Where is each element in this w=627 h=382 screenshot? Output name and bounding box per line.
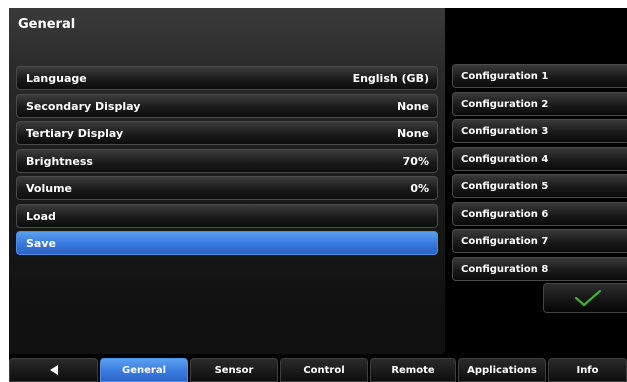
setting-label: Language [26, 71, 87, 85]
setting-tertiary-display[interactable]: Tertiary Display None [16, 121, 438, 145]
setting-value: None [396, 99, 429, 113]
tab-general[interactable]: General [100, 358, 188, 382]
setting-secondary-display[interactable]: Secondary Display None [16, 94, 438, 118]
setting-volume[interactable]: Volume 0% [16, 176, 438, 200]
load-button[interactable]: Load [16, 204, 438, 228]
configuration-3-button[interactable]: Configuration 3 [452, 119, 627, 143]
setting-value: English (GB) [352, 71, 429, 85]
setting-brightness[interactable]: Brightness 70% [16, 149, 438, 173]
tab-applications[interactable]: Applications [458, 358, 546, 382]
tab-sensor[interactable]: Sensor [190, 358, 278, 382]
tab-info[interactable]: Info [548, 358, 627, 382]
configuration-8-button[interactable]: Configuration 8 [452, 257, 627, 281]
setting-value: None [396, 126, 429, 140]
general-panel: General Language English (GB) Secondary … [9, 8, 445, 354]
setting-language[interactable]: Language English (GB) [16, 66, 438, 90]
tab-back[interactable] [9, 358, 98, 382]
checkmark-icon [574, 289, 602, 307]
setting-value: 0% [410, 181, 429, 195]
tab-control[interactable]: Control [280, 358, 368, 382]
configuration-5-button[interactable]: Configuration 5 [452, 174, 627, 198]
setting-label: Secondary Display [26, 99, 141, 113]
configuration-2-button[interactable]: Configuration 2 [452, 92, 627, 116]
panel-title: General [18, 17, 76, 32]
setting-value: 70% [402, 154, 429, 168]
configuration-7-button[interactable]: Configuration 7 [452, 229, 627, 253]
tab-remote[interactable]: Remote [370, 358, 456, 382]
bottom-tab-bar: General Sensor Control Remote Applicatio… [9, 358, 627, 382]
confirm-button[interactable] [543, 283, 627, 313]
setting-label: Tertiary Display [26, 126, 124, 140]
setting-label: Load [26, 209, 56, 223]
configuration-6-button[interactable]: Configuration 6 [452, 202, 627, 226]
configuration-4-button[interactable]: Configuration 4 [452, 147, 627, 171]
setting-label: Brightness [26, 154, 93, 168]
configuration-1-button[interactable]: Configuration 1 [452, 64, 627, 88]
back-arrow-icon [49, 365, 58, 375]
setting-label: Save [26, 236, 56, 250]
save-button[interactable]: Save [16, 231, 438, 255]
setting-label: Volume [26, 181, 72, 195]
device-screen: General Language English (GB) Secondary … [9, 8, 627, 382]
